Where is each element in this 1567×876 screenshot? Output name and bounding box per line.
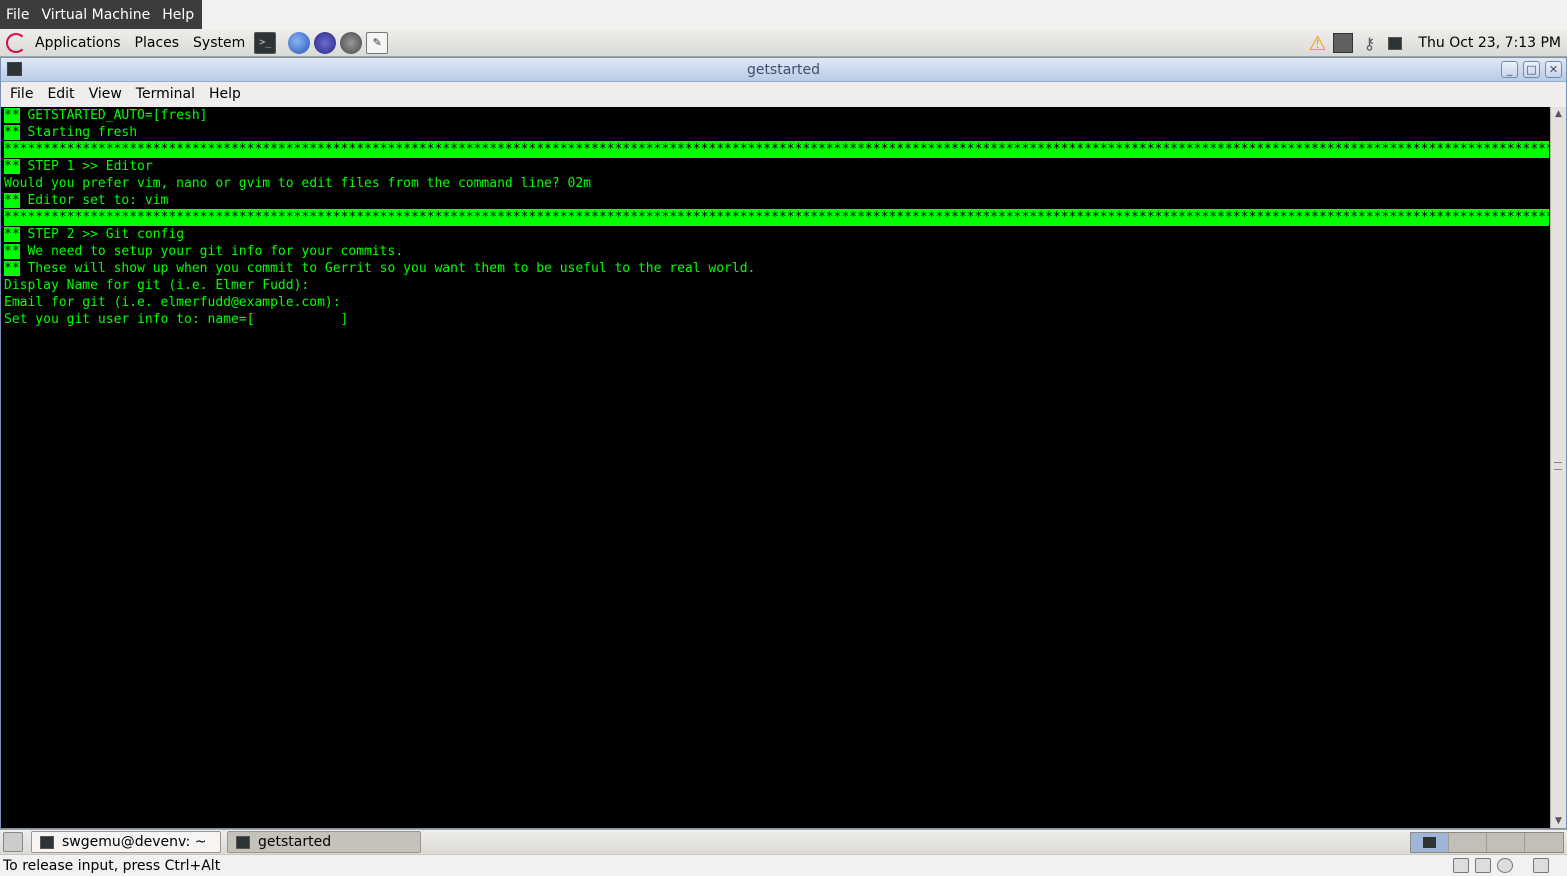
- terminal-line: ** STEP 2 >> Git config: [4, 226, 1550, 243]
- terminal-line: ** We need to setup your git info for yo…: [4, 243, 1550, 260]
- top-panel: Applications Places System >_ ✎ ⚠ ⚷ Thu …: [0, 29, 1567, 57]
- warning-icon[interactable]: ⚠: [1307, 31, 1327, 55]
- terminal-line: Would you prefer vim, nano or gvim to ed…: [4, 175, 1550, 192]
- terminal-line: Email for git (i.e. elmerfudd@example.co…: [4, 294, 1550, 311]
- taskbar-item-getstarted[interactable]: getstarted: [227, 831, 421, 853]
- terminal-launcher-icon[interactable]: >_: [254, 31, 277, 54]
- monitor-icon[interactable]: [1333, 33, 1354, 53]
- places-menu[interactable]: Places: [128, 29, 187, 56]
- workspace-3[interactable]: [1487, 833, 1525, 852]
- debian-logo-icon[interactable]: [6, 32, 26, 53]
- show-desktop-icon[interactable]: [3, 832, 23, 852]
- bottom-panel: swgemu@devenv: ~ getstarted: [0, 829, 1567, 854]
- eclipse-launcher-icon[interactable]: [314, 31, 337, 54]
- web-browser-launcher-icon[interactable]: [288, 31, 311, 54]
- terminal-tray-icon[interactable]: [1385, 33, 1405, 53]
- usb-icon[interactable]: [1533, 858, 1549, 873]
- terminal-line: ****************************************…: [4, 209, 1550, 226]
- vm-menubar-background: [202, 0, 1567, 29]
- line-text: Starting fresh: [19, 125, 138, 140]
- terminal-line: ****************************************…: [4, 141, 1550, 158]
- vm-menu-help[interactable]: Help: [156, 7, 200, 23]
- terminal-window: getstarted _ □ ✕ File Edit View Terminal…: [0, 57, 1567, 829]
- line-text: STEP 2 >> Git config: [19, 227, 185, 242]
- terminal-window-icon[interactable]: [7, 62, 22, 76]
- workspace-4[interactable]: [1525, 833, 1563, 852]
- terminal-scrollbar[interactable]: ▲ ▼: [1550, 107, 1566, 828]
- terminal-line: ** Editor set to: vim: [4, 192, 1550, 209]
- terminal-line: ** These will show up when you commit to…: [4, 260, 1550, 277]
- cd-icon[interactable]: [1497, 858, 1513, 873]
- terminal-menubar: File Edit View Terminal Help: [1, 82, 1566, 106]
- terminal-line: ** Starting fresh: [4, 124, 1550, 141]
- menu-edit[interactable]: Edit: [40, 86, 81, 102]
- release-input-hint: To release input, press Ctrl+Alt: [3, 857, 221, 874]
- system-tray: ⚠ ⚷ Thu Oct 23, 7:13 PM: [1304, 29, 1567, 57]
- separator: [1519, 858, 1527, 873]
- terminal-output[interactable]: ** GETSTARTED_AUTO=[fresh] ** Starting fr…: [1, 107, 1550, 828]
- line-text: Display Name for git (i.e. Elmer Fudd):: [4, 278, 310, 293]
- close-button[interactable]: ✕: [1545, 61, 1562, 78]
- line-prefix: **: [4, 125, 20, 140]
- workspace-2[interactable]: [1449, 833, 1487, 852]
- window-title: getstarted: [746, 61, 821, 78]
- line-text: Would you prefer vim, nano or gvim to ed…: [4, 176, 591, 191]
- scroll-down-arrow-icon[interactable]: ▼: [1551, 814, 1566, 828]
- workspace-switcher: [1410, 832, 1564, 853]
- line-text: Editor set to: vim: [19, 193, 169, 208]
- menu-help[interactable]: Help: [202, 86, 248, 102]
- scrollbar-grip[interactable]: [1554, 462, 1562, 470]
- separator-line: ****************************************…: [4, 141, 1549, 158]
- line-prefix: **: [4, 193, 20, 208]
- line-text: Set you git user info to: name=[ ]: [4, 312, 349, 327]
- line-text: STEP 1 >> Editor: [19, 159, 153, 174]
- menu-view[interactable]: View: [82, 86, 129, 102]
- taskbar-item-swgemu-terminal[interactable]: swgemu@devenv: ~: [31, 831, 221, 853]
- clock[interactable]: Thu Oct 23, 7:13 PM: [1408, 35, 1567, 51]
- text-editor-launcher-icon[interactable]: ✎: [366, 31, 389, 54]
- vm-status-bar: To release input, press Ctrl+Alt: [0, 854, 1567, 876]
- terminal-line: ** STEP 1 >> Editor: [4, 158, 1550, 175]
- line-text: These will show up when you commit to Ge…: [19, 261, 756, 276]
- line-prefix: **: [4, 244, 20, 259]
- line-text: Email for git (i.e. elmerfudd@example.co…: [4, 295, 341, 310]
- vm-menu-virtual-machine[interactable]: Virtual Machine: [35, 7, 156, 23]
- vm-menu-file[interactable]: File: [0, 7, 35, 23]
- terminal-task-icon: [40, 835, 54, 849]
- line-prefix: **: [4, 261, 20, 276]
- network-icon[interactable]: [1453, 858, 1469, 873]
- workspace-1[interactable]: [1411, 833, 1449, 852]
- line-prefix: **: [4, 159, 20, 174]
- applications-menu[interactable]: Applications: [28, 29, 128, 56]
- line-prefix: **: [4, 227, 20, 242]
- terminal-line: ** GETSTARTED_AUTO=[fresh]: [4, 107, 1550, 124]
- terminal-line: Set you git user info to: name=[ ]: [4, 311, 1550, 328]
- terminal-line: Display Name for git (i.e. Elmer Fudd):: [4, 277, 1550, 294]
- key-icon[interactable]: ⚷: [1359, 33, 1379, 53]
- separator-line: ****************************************…: [4, 209, 1549, 226]
- task-label: swgemu@devenv: ~: [62, 834, 207, 850]
- menu-terminal[interactable]: Terminal: [129, 86, 202, 102]
- vm-menubar: File Virtual Machine Help: [0, 0, 202, 29]
- maximize-button[interactable]: □: [1523, 61, 1540, 78]
- task-label: getstarted: [258, 834, 332, 850]
- terminal-task-icon: [236, 835, 250, 849]
- database-launcher-icon[interactable]: [340, 31, 363, 54]
- hard-disk-icon[interactable]: [1475, 858, 1491, 873]
- system-menu[interactable]: System: [186, 29, 252, 56]
- line-prefix: **: [4, 108, 20, 123]
- window-titlebar[interactable]: getstarted _ □ ✕: [1, 58, 1566, 82]
- menu-file[interactable]: File: [1, 86, 40, 102]
- minimize-button[interactable]: _: [1501, 61, 1518, 78]
- scroll-up-arrow-icon[interactable]: ▲: [1551, 107, 1566, 121]
- line-text: We need to setup your git info for your …: [19, 244, 404, 259]
- line-text: GETSTARTED_AUTO=[fresh]: [19, 108, 208, 123]
